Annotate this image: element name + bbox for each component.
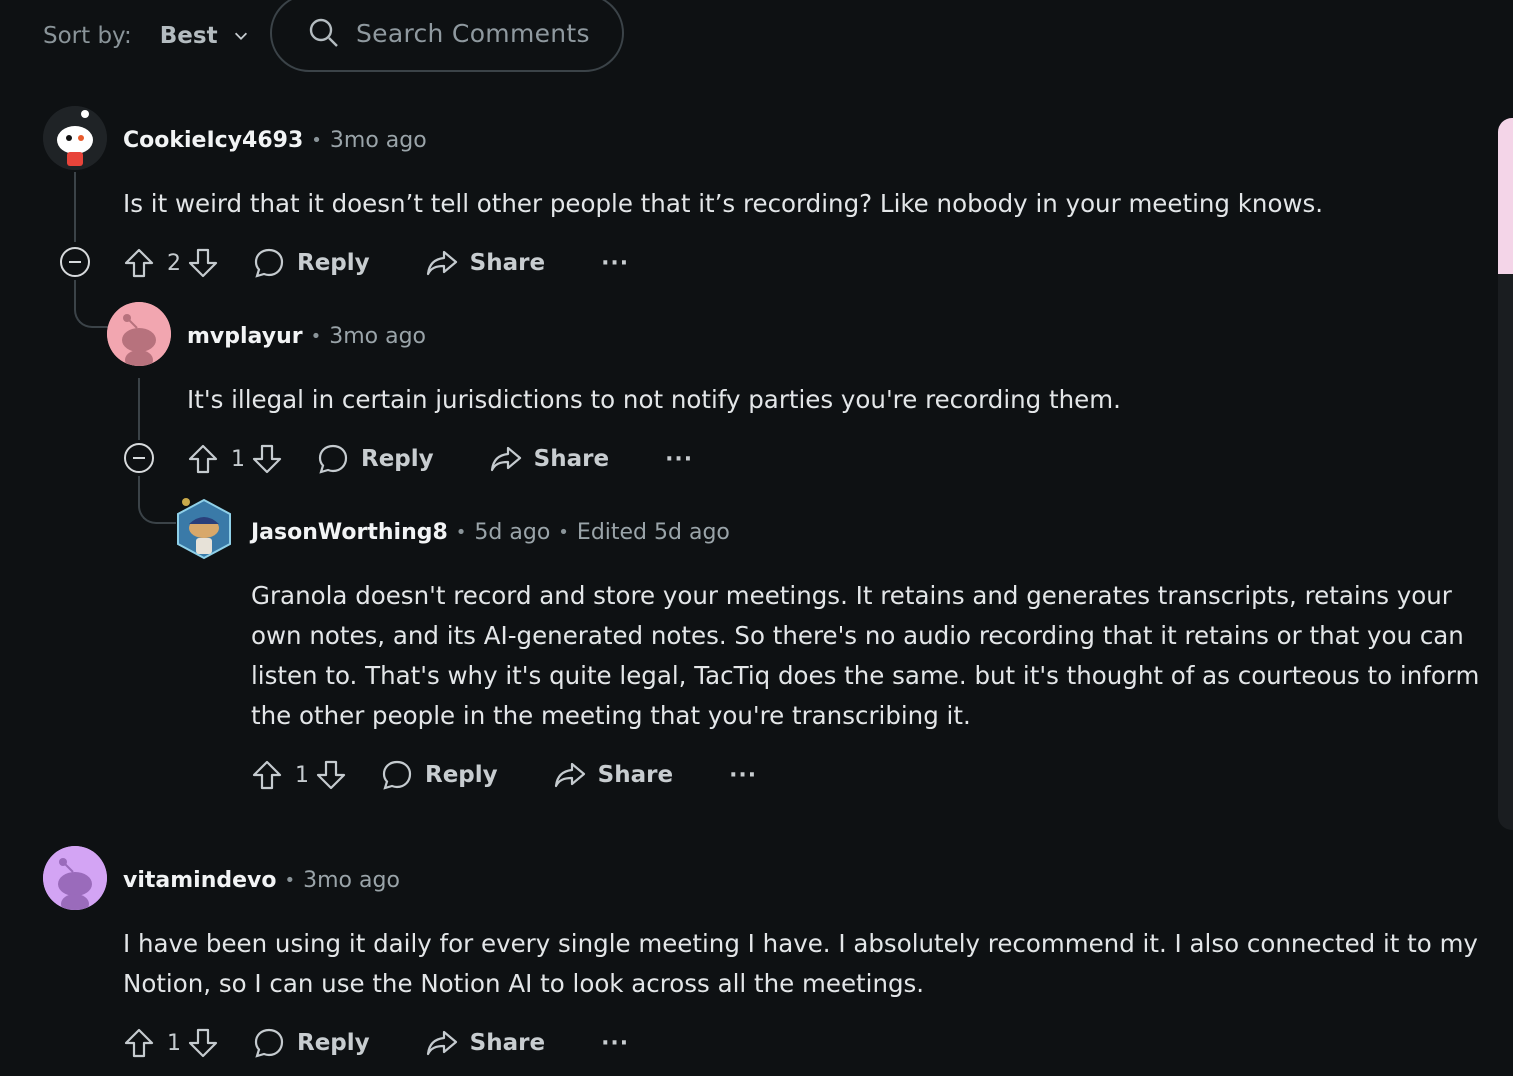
comment-bubble-icon — [254, 248, 284, 278]
vote-count: 2 — [167, 250, 181, 276]
comment-line: Granola doesn't record and store your me… — [251, 581, 1452, 610]
comment-line: Notion, so I can use the Notion AI to lo… — [123, 969, 925, 998]
thread-connector — [138, 476, 176, 524]
timestamp[interactable]: 5d ago — [474, 520, 550, 545]
share-button[interactable]: Share — [490, 443, 609, 475]
sort-bar[interactable]: Sort by: Best — [43, 18, 250, 54]
downvote-icon[interactable] — [251, 443, 283, 475]
collapse-icon[interactable] — [123, 442, 155, 474]
more-options-button[interactable]: ··· — [601, 1031, 629, 1056]
edited-label: Edited 5d ago — [576, 519, 730, 545]
share-icon — [426, 1030, 457, 1056]
separator: • — [284, 869, 296, 891]
vote-count: 1 — [295, 762, 309, 788]
downvote-icon[interactable] — [187, 247, 219, 279]
vote-count: 1 — [167, 1030, 181, 1056]
collapse-icon[interactable] — [59, 246, 91, 278]
separator: • — [310, 325, 322, 347]
hexagon-avatar-icon — [177, 498, 231, 560]
downvote-icon[interactable] — [187, 1027, 219, 1059]
reply-button[interactable]: Reply — [253, 247, 370, 279]
comment-line: listen to. That's why it's quite legal, … — [251, 661, 1480, 690]
comment-body: I have been using it daily for every sin… — [123, 924, 1493, 1004]
username[interactable]: vitamindevo — [123, 868, 277, 893]
reply-button[interactable]: Reply — [317, 443, 434, 475]
downvote-icon[interactable] — [315, 759, 347, 791]
comment-meta: mvplayur • 3mo ago — [187, 316, 426, 356]
comment-line: I have been using it daily for every sin… — [123, 929, 1478, 958]
more-options-button[interactable]: ··· — [729, 763, 757, 788]
timestamp[interactable]: 3mo ago — [329, 324, 426, 349]
share-icon — [426, 250, 457, 276]
reply-label: Reply — [425, 762, 498, 788]
more-options-button[interactable]: ··· — [601, 251, 629, 276]
snoo-avatar-icon — [107, 302, 171, 366]
comment-actions: 2 Reply Share ··· — [123, 238, 629, 288]
share-icon — [490, 446, 521, 472]
share-button[interactable]: Share — [554, 759, 673, 791]
comment-body: Is it weird that it doesn’t tell other p… — [123, 189, 1324, 218]
search-icon — [309, 18, 338, 47]
search-placeholder: Search Comments — [356, 18, 590, 48]
comment-meta: CookieIcy4693 • 3mo ago — [123, 120, 427, 160]
thread-connector — [74, 280, 110, 328]
thread-line — [74, 172, 76, 242]
reply-button[interactable]: Reply — [253, 1027, 370, 1059]
separator: • — [311, 129, 322, 151]
separator: • — [455, 521, 467, 543]
comment-actions: 1 Reply Share ··· — [187, 434, 693, 484]
username[interactable]: JasonWorthing8 — [251, 520, 448, 545]
comment-body: Granola doesn't record and store your me… — [251, 576, 1491, 736]
share-label: Share — [469, 250, 546, 276]
snoo-avatar-icon — [43, 846, 107, 910]
comment-actions: 1 Reply Share ··· — [123, 1018, 629, 1068]
avatar[interactable] — [43, 846, 107, 910]
reply-label: Reply — [297, 250, 370, 276]
sidebar-banner — [1498, 118, 1513, 274]
timestamp[interactable]: 3mo ago — [330, 128, 427, 153]
avatar[interactable] — [172, 494, 236, 564]
share-icon — [554, 762, 585, 788]
share-label: Share — [597, 762, 674, 788]
share-label: Share — [533, 446, 610, 472]
reply-button[interactable]: Reply — [381, 759, 498, 791]
avatar[interactable] — [43, 106, 107, 170]
separator: • — [558, 521, 569, 543]
comment-actions: 1 Reply Share ··· — [251, 750, 757, 800]
comment-bubble-icon — [254, 1028, 284, 1058]
username[interactable]: mvplayur — [187, 324, 303, 349]
comment-bubble-icon — [382, 760, 412, 790]
reply-label: Reply — [361, 446, 434, 472]
share-button[interactable]: Share — [426, 1027, 545, 1059]
comment-meta: JasonWorthing8 • 5d ago • Edited 5d ago — [251, 512, 730, 552]
username[interactable]: CookieIcy4693 — [123, 128, 303, 153]
comment-line: the other people in the meeting that you… — [251, 701, 971, 730]
chevron-down-icon[interactable] — [232, 27, 250, 45]
avatar[interactable] — [107, 302, 171, 366]
comment-bubble-icon — [318, 444, 348, 474]
comment-meta: vitamindevo • 3mo ago — [123, 860, 400, 900]
upvote-icon[interactable] — [187, 443, 219, 475]
reply-label: Reply — [297, 1030, 370, 1056]
more-options-button[interactable]: ··· — [665, 447, 693, 472]
share-label: Share — [469, 1030, 546, 1056]
upvote-icon[interactable] — [251, 759, 283, 791]
search-comments-input[interactable]: Search Comments — [270, 0, 624, 72]
comment-body: It's illegal in certain jurisdictions to… — [187, 385, 1121, 414]
timestamp[interactable]: 3mo ago — [303, 868, 400, 893]
sort-value[interactable]: Best — [160, 23, 218, 49]
thread-line — [138, 378, 140, 440]
share-button[interactable]: Share — [426, 247, 545, 279]
upvote-icon[interactable] — [123, 247, 155, 279]
upvote-icon[interactable] — [123, 1027, 155, 1059]
vote-count: 1 — [231, 446, 245, 472]
comment-line: own notes, and its AI-generated notes. S… — [251, 621, 1464, 650]
snoo-avatar-icon — [43, 106, 107, 170]
sort-label: Sort by: — [43, 23, 132, 49]
